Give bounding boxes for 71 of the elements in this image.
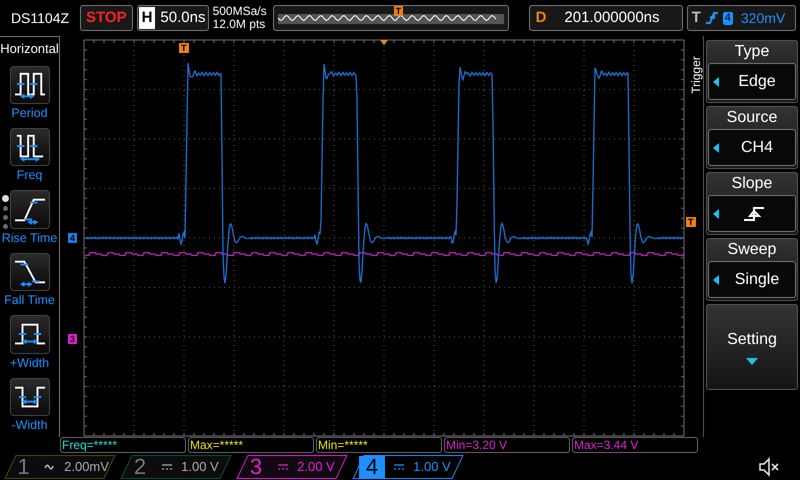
left-arrow-icon xyxy=(713,76,719,86)
dc-coupling-icon xyxy=(393,462,405,472)
trigger-position-marker: T xyxy=(394,6,404,16)
option-selector[interactable]: CH4 xyxy=(708,129,796,166)
measure-freq-button[interactable] xyxy=(10,128,50,166)
menu-label: Sweep xyxy=(728,240,776,260)
measure-pwidth-button[interactable] xyxy=(10,315,50,354)
measure-label: Rise Time xyxy=(2,230,58,247)
measure-label: Period xyxy=(11,104,48,122)
channel-number: 2 xyxy=(132,456,148,478)
menu-label: Type xyxy=(734,42,770,62)
option-selector[interactable]: Single xyxy=(708,261,796,298)
mute-icon[interactable] xyxy=(758,457,780,477)
channel-number: 1 xyxy=(16,456,31,478)
menu-label: Slope xyxy=(732,174,772,194)
slope-selector[interactable] xyxy=(708,195,796,232)
measurement-value: Max=***** xyxy=(188,437,314,453)
menu-title: Horizontal xyxy=(0,40,59,58)
run-stop-button[interactable]: STOP xyxy=(80,5,133,31)
measure-label: +Width xyxy=(10,354,50,372)
measurement-value: Max=3.44 V xyxy=(572,437,698,453)
channel-offset-marker: 4 xyxy=(68,233,78,243)
channel-scale: 2.00mV xyxy=(64,458,109,476)
option-value: Edge xyxy=(737,72,777,92)
menu-title: Trigger xyxy=(688,56,704,94)
measure-label: Fall Time xyxy=(4,292,55,310)
measure-period-button[interactable] xyxy=(10,66,50,104)
trigger-label: T xyxy=(692,8,701,28)
caret-icon xyxy=(746,358,758,366)
measure-label: -Width xyxy=(11,417,48,434)
rising-edge-icon xyxy=(704,10,719,26)
option-value: CH4 xyxy=(740,138,774,158)
dc-coupling-icon xyxy=(277,462,289,472)
option-value: Single xyxy=(734,270,780,290)
delay-label: D xyxy=(534,8,548,28)
measure-rise-button[interactable] xyxy=(10,190,50,229)
measurement-value: Freq=***** xyxy=(60,437,186,453)
channel-number: 3 xyxy=(248,456,264,478)
dc-coupling-icon xyxy=(161,462,173,472)
trigger-position-marker: T xyxy=(179,43,188,53)
channel-2-tab[interactable]: 2 1.00 V xyxy=(120,455,232,479)
channel-offset-marker: 3 xyxy=(68,334,78,344)
memory-depth: 12.0M pts xyxy=(212,18,266,31)
measure-nwidth-button[interactable] xyxy=(10,378,50,416)
timebase-value: 50.0ns xyxy=(160,8,206,28)
menu-label: Source xyxy=(726,108,778,128)
left-arrow-icon xyxy=(713,274,719,284)
channel-scale: 1.00 V xyxy=(413,458,451,476)
channel-3-tab[interactable]: 3 2.00 V xyxy=(236,455,348,479)
measurement-value: Min=3.20 V xyxy=(444,437,570,453)
measure-label: Freq xyxy=(16,167,42,184)
trigger-offset-marker xyxy=(380,40,388,45)
trigger-source-badge: 4 xyxy=(722,12,733,24)
sample-rate: 500MSa/s xyxy=(212,5,267,18)
trigger-level: 320mV xyxy=(740,8,786,28)
option-selector[interactable]: Edge xyxy=(708,63,796,100)
trigger-level-marker: T xyxy=(686,217,696,227)
left-arrow-icon xyxy=(713,208,719,218)
channel-number: 4 xyxy=(359,456,385,478)
channel-scale: 1.00 V xyxy=(181,458,219,476)
timebase-label: H xyxy=(138,7,156,29)
channel-4-tab[interactable]: 4 1.00 V xyxy=(352,455,464,479)
ac-coupling-icon xyxy=(44,462,56,472)
setting-button[interactable]: Setting xyxy=(727,328,777,366)
measurement-value: Min=***** xyxy=(316,437,442,453)
measure-fall-button[interactable] xyxy=(10,252,50,292)
model-name: DS1104Z xyxy=(10,8,70,28)
left-arrow-icon xyxy=(713,142,719,152)
channel-1-tab[interactable]: 1 2.00mV xyxy=(4,455,116,479)
delay-value: 201.000000ns xyxy=(564,8,660,28)
channel-scale: 2.00 V xyxy=(297,458,335,476)
